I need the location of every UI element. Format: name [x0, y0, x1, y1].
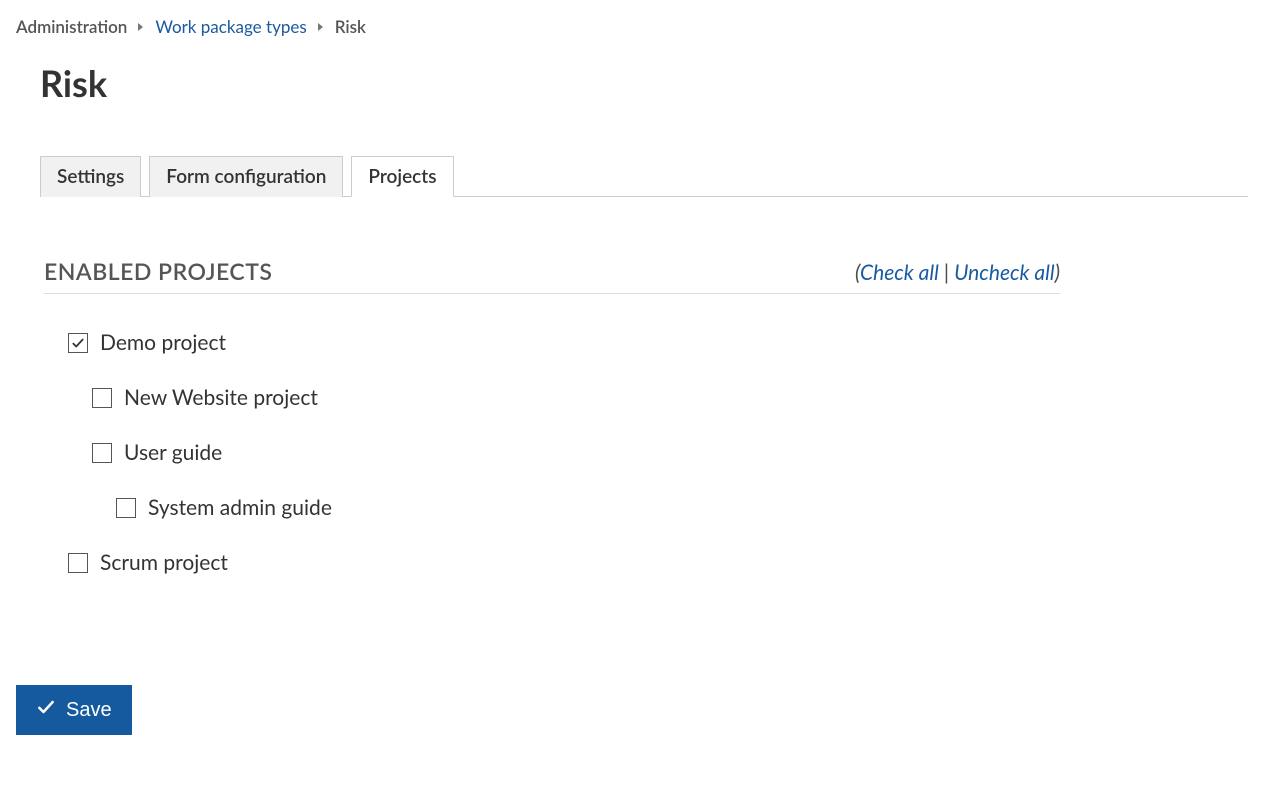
tab-settings[interactable]: Settings	[40, 156, 141, 197]
breadcrumb: Administration Work package types Risk	[16, 16, 1248, 37]
project-label[interactable]: User guide	[124, 440, 222, 465]
breadcrumb-wp-types[interactable]: Work package types	[155, 16, 306, 37]
project-row: User guide	[92, 440, 1060, 465]
project-row: System admin guide	[116, 495, 1060, 520]
check-icon	[36, 697, 56, 723]
tab-bar: Settings Form configuration Projects	[40, 155, 1248, 197]
breadcrumb-current: Risk	[335, 16, 366, 37]
uncheck-all-link[interactable]: Uncheck all	[954, 260, 1055, 285]
project-row: Demo project	[68, 330, 1060, 355]
project-row: New Website project	[92, 385, 1060, 410]
enabled-projects-section: Enabled Projects (Check all | Uncheck al…	[44, 257, 1060, 575]
project-checkbox[interactable]	[92, 388, 112, 408]
breadcrumb-administration[interactable]: Administration	[16, 16, 127, 37]
project-row: Scrum project	[68, 550, 1060, 575]
tab-form-configuration[interactable]: Form configuration	[149, 156, 343, 197]
project-checkbox[interactable]	[68, 553, 88, 573]
project-label[interactable]: System admin guide	[148, 495, 332, 520]
project-label[interactable]: Demo project	[100, 330, 226, 355]
section-header: Enabled Projects (Check all | Uncheck al…	[44, 257, 1060, 294]
check-all-link[interactable]: Check all	[860, 260, 939, 285]
chevron-right-icon	[137, 22, 145, 32]
page-title: Risk	[40, 61, 1248, 105]
section-actions: (Check all | Uncheck all)	[855, 260, 1060, 285]
section-title: Enabled Projects	[44, 257, 272, 285]
project-checkbox[interactable]	[92, 443, 112, 463]
project-label[interactable]: New Website project	[124, 385, 318, 410]
tab-projects[interactable]: Projects	[351, 156, 453, 197]
save-button[interactable]: Save	[16, 685, 132, 735]
chevron-right-icon	[317, 22, 325, 32]
project-checkbox[interactable]	[116, 498, 136, 518]
save-button-label: Save	[66, 699, 112, 722]
project-checkbox[interactable]	[68, 333, 88, 353]
project-label[interactable]: Scrum project	[100, 550, 228, 575]
project-list: Demo project New Website project User guid…	[44, 330, 1060, 575]
